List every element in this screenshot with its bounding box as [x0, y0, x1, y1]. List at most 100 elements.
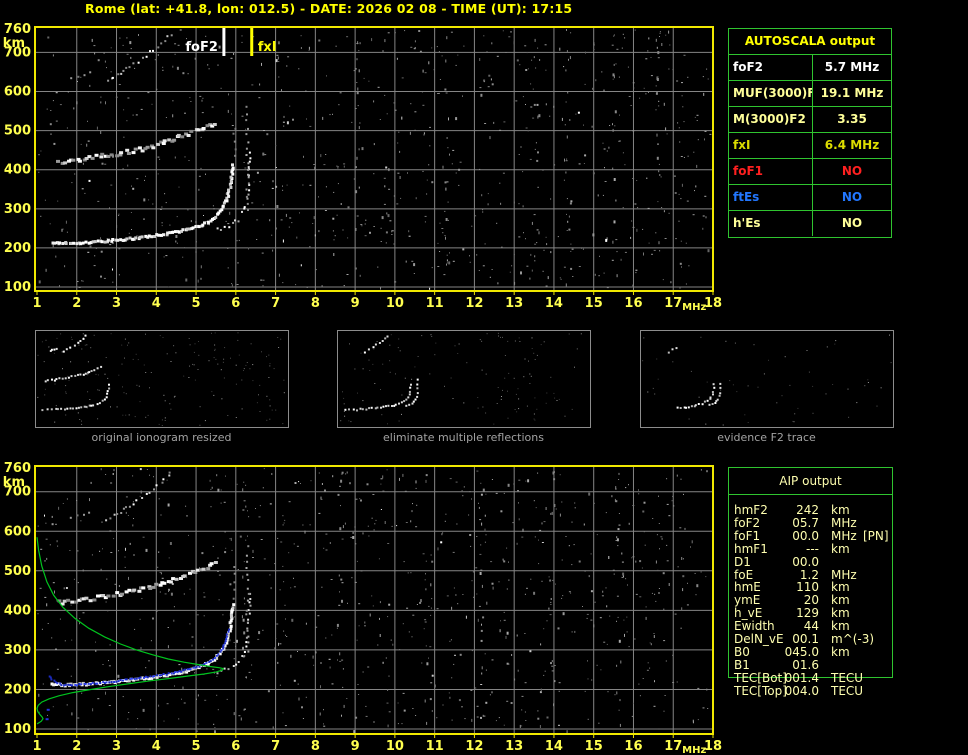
autoscala-row-label: foF2 [729, 55, 813, 80]
aip-row: hmF1 --- km [729, 541, 892, 556]
svg-text:8: 8 [311, 296, 320, 311]
svg-text:12: 12 [465, 739, 483, 754]
thumbnail-2 [640, 330, 894, 428]
aip-row: D1 00.0 [729, 554, 892, 569]
autoscala-row-value: 3.35 [837, 112, 867, 126]
aip-unit: TECU [831, 670, 864, 685]
autoscala-row-value: 6.4 MHz [824, 138, 880, 152]
autoscala-row-label: fxI [729, 133, 813, 158]
svg-text:MHz: MHz [682, 302, 706, 313]
svg-text:11: 11 [426, 296, 444, 311]
autoscala-row-value: NO [841, 164, 863, 178]
autoscala-row-label: MUF(3000)F2 [729, 81, 813, 106]
svg-text:200: 200 [4, 682, 31, 697]
caption-eliminate-reflections: eliminate multiple reflections [383, 431, 544, 444]
svg-text:5: 5 [192, 296, 201, 311]
svg-text:18: 18 [704, 739, 722, 754]
aip-unit: km [831, 541, 850, 556]
autoscala-row: ftEs NO [729, 184, 891, 210]
aip-rows: hmF2 242 km foF2 05.7 MHz foF1 00.0 MHz [PN] hmF1-… [729, 468, 892, 698]
autoscala-app-window: 760 km 700 600 500 400 300 200 100 1 2 3 4 5 6 7 8 9 10 11 1… [0, 0, 968, 755]
thumbnail-1 [337, 330, 591, 428]
svg-text:15: 15 [585, 296, 603, 311]
svg-text:400: 400 [4, 163, 31, 178]
aip-unit: MHz [831, 515, 857, 530]
svg-text:15: 15 [585, 739, 603, 754]
aip-value: --- [806, 541, 819, 556]
aip-extra: [PN] [863, 528, 889, 543]
svg-text:300: 300 [4, 202, 31, 217]
aip-value: 001.4 [784, 670, 819, 685]
aip-value: 00.0 [792, 528, 819, 543]
svg-text:500: 500 [4, 124, 31, 139]
svg-text:2: 2 [72, 739, 81, 754]
svg-text:14: 14 [545, 296, 563, 311]
aip-label: foF1 [734, 528, 761, 543]
marker-label-fxI: fxI [258, 40, 277, 55]
autoscala-row: M(3000)F2 3.35 [729, 106, 891, 132]
svg-text:16: 16 [624, 739, 642, 754]
aip-value: 045.0 [784, 644, 819, 659]
svg-text:700: 700 [4, 45, 31, 60]
svg-text:MHz: MHz [682, 745, 706, 755]
autoscala-panel-header: AUTOSCALA output [744, 34, 876, 48]
autoscala-output-panel: AUTOSCALA output foF2 5.7 MHz MUF(3000)F2 1… [728, 28, 892, 238]
aip-value: 00.0 [792, 554, 819, 569]
autoscala-row-label: h'Es [729, 211, 813, 236]
svg-text:760: 760 [4, 461, 31, 476]
aip-ionogram: 760km7006005004003002001001 2 3 4 5 6 7 8 9 10 11 1… [3, 461, 722, 755]
autoscala-row: h'Es NO [729, 210, 891, 236]
svg-text:5: 5 [192, 739, 201, 754]
svg-text:700: 700 [4, 485, 31, 500]
svg-text:600: 600 [4, 85, 31, 100]
svg-text:6: 6 [231, 296, 240, 311]
svg-text:7: 7 [271, 739, 280, 754]
aip-label: B1 [734, 657, 750, 672]
svg-text:3: 3 [112, 296, 121, 311]
svg-text:13: 13 [505, 739, 523, 754]
svg-text:100: 100 [4, 722, 31, 737]
svg-text:200: 200 [4, 241, 31, 256]
aip-row: TEC[Top] 004.0 TECU [729, 683, 892, 698]
svg-text:9: 9 [351, 739, 360, 754]
station-date-time-title: Rome (lat: +41.8, lon: 012.5) - DATE: 20… [85, 1, 573, 16]
svg-text:600: 600 [4, 524, 31, 539]
svg-text:18: 18 [704, 296, 722, 311]
aip-output-panel: AIP output hmF2 242 km foF2 05.7 MHz foF1 00.0 M… [728, 467, 893, 698]
svg-text:1: 1 [32, 296, 41, 311]
aip-unit: TECU [831, 683, 864, 698]
svg-text:10: 10 [386, 739, 404, 754]
aip-row: TEC[Bot] 001.4 TECU [729, 670, 892, 685]
autoscala-row-label: M(3000)F2 [729, 107, 813, 132]
aip-unit: MHz [831, 528, 857, 543]
autoscala-row-value: 5.7 MHz [824, 60, 880, 74]
autoscala-row: fxI 6.4 MHz [729, 132, 891, 158]
autoscala-row: foF2 5.7 MHz [729, 54, 891, 80]
svg-text:10: 10 [386, 296, 404, 311]
svg-text:400: 400 [4, 603, 31, 618]
autoscala-row: foF1 NO [729, 158, 891, 184]
svg-text:3: 3 [112, 739, 121, 754]
caption-original-ionogram: original ionogram resized [91, 431, 232, 444]
caption-evidence-f2-trace: evidence F2 trace [717, 431, 816, 444]
svg-text:760: 760 [4, 22, 31, 37]
svg-text:2: 2 [72, 296, 81, 311]
aip-value: 01.6 [792, 657, 819, 672]
svg-text:1: 1 [32, 739, 41, 754]
aip-value: 05.7 [792, 515, 819, 530]
aip-label: D1 [734, 554, 751, 569]
aip-label: B0 [734, 644, 750, 659]
svg-text:9: 9 [351, 296, 360, 311]
svg-text:500: 500 [4, 564, 31, 579]
aip-label: hmF1 [734, 541, 768, 556]
autoscala-row-value: 19.1 MHz [820, 86, 884, 100]
svg-text:100: 100 [4, 280, 31, 295]
autoscala-row-value: NO [841, 216, 863, 230]
aip-row: foF1 00.0 MHz [PN] [729, 528, 892, 543]
autoscala-row: MUF(3000)F2 19.1 MHz [729, 80, 891, 106]
autoscala-rows: foF2 5.7 MHz MUF(3000)F2 19.1 MHz M(3000)F2 3… [729, 54, 891, 236]
aip-value: 004.0 [784, 683, 819, 698]
svg-text:16: 16 [624, 296, 642, 311]
aip-label: foF2 [734, 515, 761, 530]
aip-row: B0 045.0 km [729, 644, 892, 659]
